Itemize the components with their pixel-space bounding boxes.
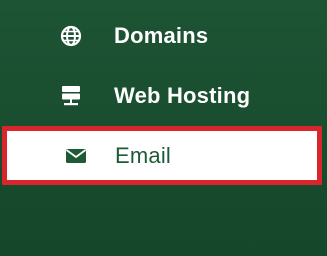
sidebar-item-label: Web Hosting	[114, 83, 251, 108]
sidebar-item-web-hosting[interactable]: Web Hosting	[0, 73, 327, 119]
sidebar-item-domains[interactable]: Domains	[0, 13, 327, 59]
sidebar-item-label: Email	[115, 142, 172, 168]
sidebar-nav: Domains Web Hosting Email	[0, 0, 327, 256]
sidebar-item-label: Domains	[114, 23, 209, 48]
globe-icon	[58, 23, 84, 49]
sidebar-item-email[interactable]: Email	[2, 126, 322, 185]
server-icon	[58, 83, 84, 109]
envelope-icon	[63, 143, 89, 169]
